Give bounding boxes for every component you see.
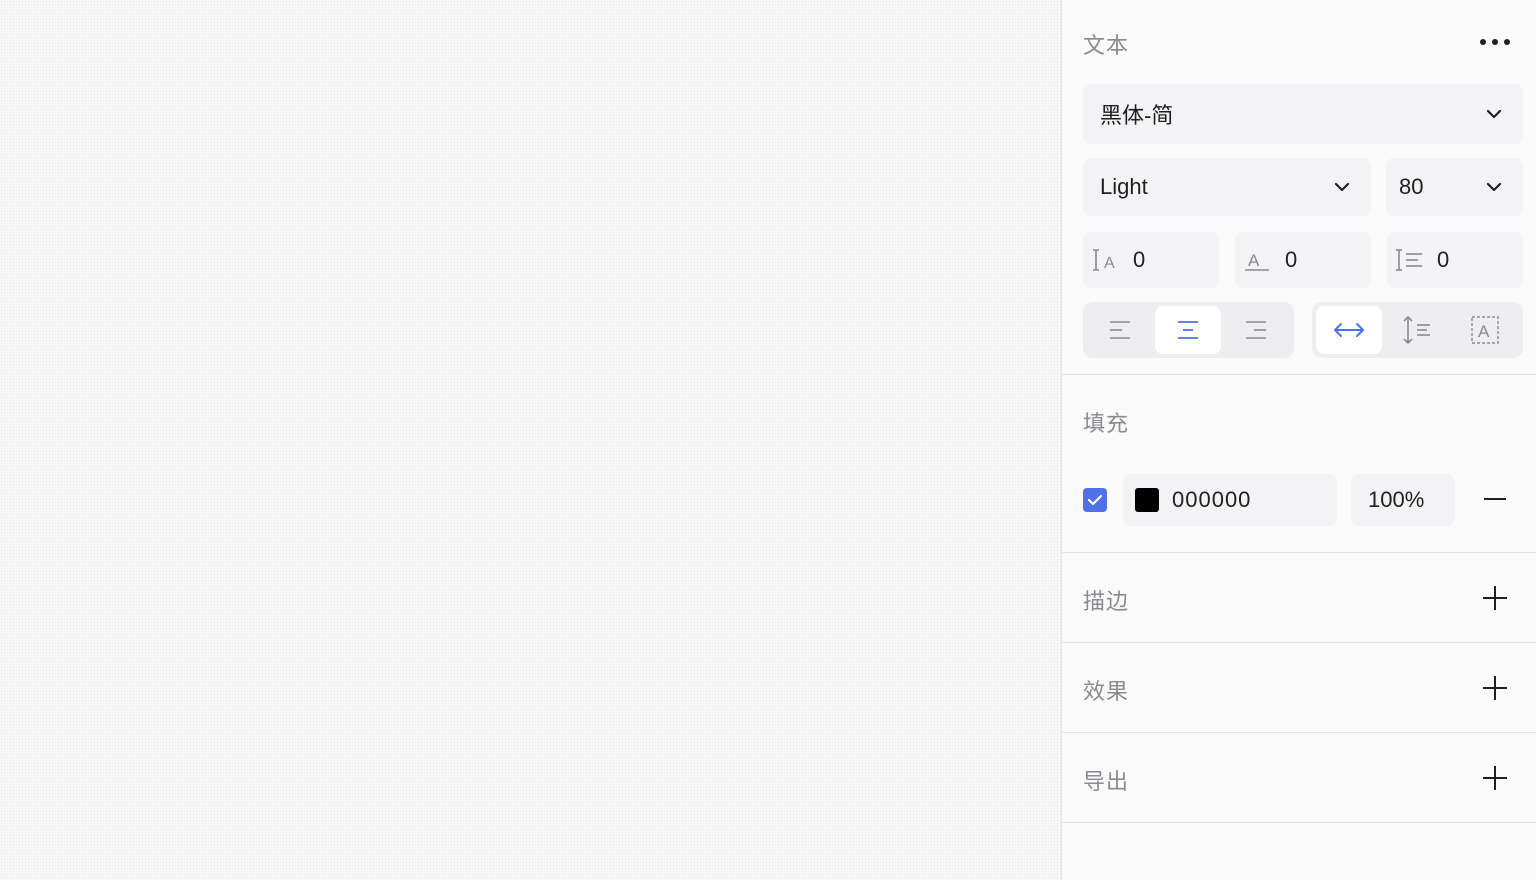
line-height-value: 0 — [1437, 247, 1450, 272]
chevron-down-icon — [1486, 182, 1502, 192]
font-weight-select[interactable]: Light — [1083, 158, 1371, 216]
fill-color-hex: 000000 — [1172, 487, 1252, 512]
font-family-select[interactable]: 黑体-简 — [1083, 84, 1523, 144]
align-left-button[interactable] — [1087, 306, 1153, 354]
line-height-field[interactable]: 0 — [1387, 232, 1523, 288]
design-canvas[interactable] — [0, 0, 1061, 880]
section-divider — [1062, 822, 1536, 823]
section-divider — [1062, 732, 1536, 733]
font-size-select[interactable]: 80 — [1386, 158, 1523, 216]
font-size-value: 80 — [1399, 174, 1424, 199]
chevron-down-icon — [1486, 109, 1502, 119]
fill-opacity-value: 100% — [1368, 487, 1425, 512]
effects-section-title: 效果 — [1083, 679, 1130, 704]
line-height-icon — [1396, 249, 1422, 271]
svg-text:A: A — [1104, 255, 1115, 272]
fixed-size-button[interactable]: A — [1452, 306, 1518, 354]
chevron-down-icon — [1334, 182, 1350, 192]
align-center-button[interactable] — [1155, 306, 1221, 354]
fixed-size-icon: A — [1471, 316, 1499, 344]
section-divider — [1062, 374, 1536, 375]
svg-text:A: A — [1248, 251, 1260, 270]
remove-fill-icon[interactable] — [1484, 498, 1506, 500]
add-stroke-icon[interactable] — [1483, 586, 1507, 610]
add-export-icon[interactable] — [1483, 766, 1507, 790]
color-swatch[interactable] — [1135, 488, 1159, 512]
baseline-value: 0 — [1285, 247, 1298, 272]
auto-height-button[interactable] — [1384, 306, 1450, 354]
text-align-group — [1083, 302, 1294, 358]
font-family-value: 黑体-简 — [1100, 103, 1174, 128]
align-left-icon — [1110, 321, 1130, 339]
fill-color-field[interactable]: 000000 — [1123, 474, 1337, 526]
text-resize-group: A — [1312, 302, 1523, 358]
text-section-title: 文本 — [1083, 33, 1130, 58]
auto-width-icon — [1334, 323, 1364, 337]
add-effect-icon[interactable] — [1483, 676, 1507, 700]
fill-enabled-checkbox[interactable] — [1083, 488, 1107, 512]
letter-spacing-icon: A — [1093, 249, 1115, 272]
fill-section-title: 填充 — [1083, 411, 1130, 436]
export-section-title: 导出 — [1083, 769, 1130, 794]
font-weight-value: Light — [1100, 174, 1148, 199]
letter-spacing-value: 0 — [1133, 247, 1146, 272]
section-divider — [1062, 642, 1536, 643]
stroke-section-title: 描边 — [1083, 589, 1130, 614]
letter-spacing-field[interactable]: A 0 — [1083, 232, 1219, 288]
auto-width-button[interactable] — [1316, 306, 1382, 354]
align-right-button[interactable] — [1223, 306, 1289, 354]
baseline-icon: A — [1245, 251, 1269, 271]
more-options-icon[interactable] — [1480, 32, 1510, 50]
auto-height-icon — [1403, 316, 1430, 344]
properties-panel: 文本 黑体-简 Light 80 A 0 A 0 0 A 填充 000000 1… — [1061, 0, 1536, 880]
fill-opacity-field[interactable]: 100% — [1351, 474, 1455, 526]
svg-text:A: A — [1478, 322, 1490, 341]
checkmark-icon — [1087, 494, 1103, 506]
align-right-icon — [1246, 321, 1266, 339]
align-center-icon — [1178, 321, 1198, 339]
baseline-field[interactable]: A 0 — [1235, 232, 1371, 288]
section-divider — [1062, 552, 1536, 553]
